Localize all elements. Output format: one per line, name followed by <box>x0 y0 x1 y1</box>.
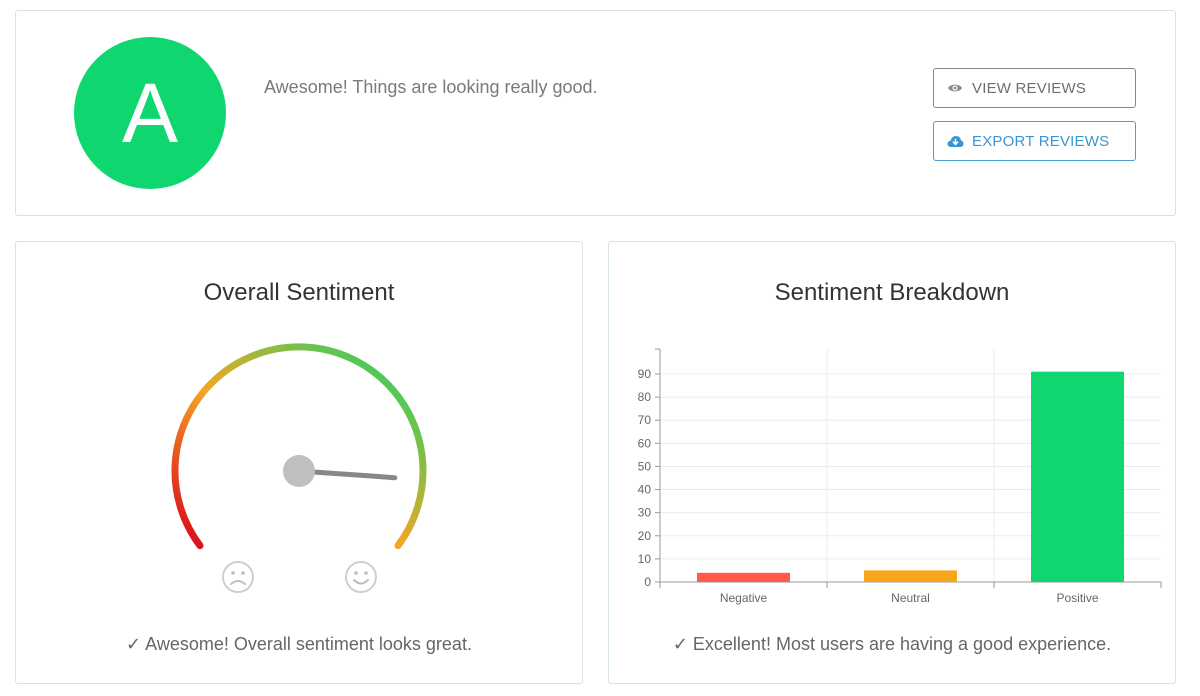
bar-positive <box>1031 371 1124 582</box>
y-tick-label: 90 <box>638 367 652 381</box>
y-tick-label: 20 <box>638 529 652 543</box>
y-tick-label: 40 <box>638 483 652 497</box>
bar-negative <box>697 572 790 582</box>
grade-badge: A <box>74 37 226 189</box>
export-reviews-button[interactable]: EXPORT REVIEWS <box>933 121 1136 161</box>
overall-sentiment-footer: ✓ Awesome! Overall sentiment looks great… <box>126 634 472 654</box>
y-tick-label: 50 <box>638 459 652 473</box>
sentiment-breakdown-title: Sentiment Breakdown <box>774 279 1010 306</box>
sentiment-breakdown-card: 0 10 20 30 40 50 60 70 80 90 Negative Neutral Positi… <box>608 241 1176 684</box>
y-tick-label: 0 <box>644 575 651 589</box>
y-tick-label: 60 <box>638 436 652 450</box>
bar-neutral <box>864 570 957 582</box>
gauge-hub <box>283 455 315 487</box>
overall-sentiment-title: Overall Sentiment <box>203 279 395 306</box>
gauge-arc <box>171 343 427 550</box>
eye-icon <box>946 81 964 95</box>
y-tick-label: 30 <box>638 506 652 520</box>
view-reviews-button[interactable]: VIEW REVIEWS <box>933 68 1136 108</box>
x-tick-label: Neutral <box>891 591 930 605</box>
x-tick-label: Positive <box>1056 591 1098 605</box>
sentiment-breakdown-footer: ✓ Excellent! Most users are having a goo… <box>672 634 1112 654</box>
cloud-download-icon <box>946 134 964 148</box>
view-reviews-label: VIEW REVIEWS <box>972 79 1087 97</box>
y-tick-label: 10 <box>638 552 652 566</box>
x-tick-label: Negative <box>720 591 768 605</box>
grade-letter: A <box>121 65 179 160</box>
grade-message: Awesome! Things are looking really good. <box>264 77 598 97</box>
summary-card: A Awesome! Things are looking really goo… <box>15 10 1176 216</box>
sad-face-icon <box>222 561 254 593</box>
export-reviews-label: EXPORT REVIEWS <box>972 132 1110 150</box>
sentiment-gauge <box>171 343 427 593</box>
overall-sentiment-card: Overall Sentiment ✓ Awesome! Overall sen… <box>15 241 583 684</box>
sentiment-bar-chart: 0 10 20 30 40 50 60 70 80 90 Negative Neutral Positi… <box>638 348 1162 605</box>
y-tick-label: 70 <box>638 413 652 427</box>
happy-face-icon <box>345 561 377 593</box>
y-tick-label: 80 <box>638 390 652 404</box>
